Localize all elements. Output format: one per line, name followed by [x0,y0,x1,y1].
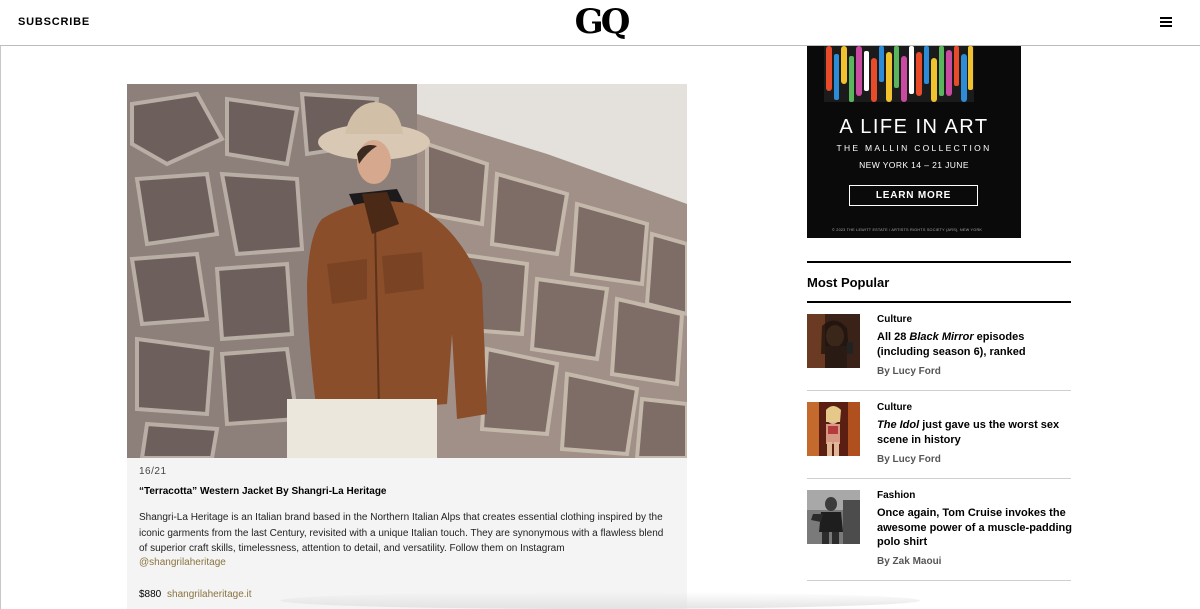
price-row: $880 shangrilaheritage.it [139,589,252,600]
advertisement-banner[interactable]: A LIFE IN ART THE MALLIN COLLECTION NEW … [807,46,1021,238]
popular-item[interactable]: Culture The Idol just gave us the worst … [807,402,1073,479]
popular-item-title[interactable]: The Idol just gave us the worst sex scen… [877,418,1073,447]
scroll-shadow [280,592,920,609]
slide-counter: 16/21 [139,466,167,477]
gq-logo[interactable]: GQ [570,4,632,40]
gallery-slide: 16/21 “Terracotta” Western Jacket By Sha… [127,84,687,609]
popular-item-thumbnail[interactable] [807,402,860,456]
ad-learn-more-button[interactable]: LEARN MORE [849,185,978,206]
popular-item-category: Culture [877,402,912,413]
slide-title: “Terracotta” Western Jacket By Shangri-L… [139,486,387,497]
ad-title: A LIFE IN ART [839,116,989,138]
instagram-handle-link[interactable]: @shangrilaheritage [139,557,226,568]
product-photo[interactable] [127,84,687,458]
page-edge-divider [0,46,1,609]
ad-dates: NEW YORK 14 – 21 JUNE [859,160,969,170]
most-popular-top-rule [807,261,1071,263]
popular-item-byline[interactable]: By Zak Maoui [877,556,941,567]
most-popular-heading: Most Popular [807,275,890,290]
ad-subtitle: THE MALLIN COLLECTION [836,143,992,153]
popular-item-divider [807,478,1071,479]
popular-item-category: Culture [877,314,912,325]
subscribe-link[interactable]: SUBSCRIBE [18,16,90,28]
popular-item-category: Fashion [877,490,916,501]
popular-item-byline[interactable]: By Lucy Ford [877,454,941,465]
ad-fine-print: © 2023 THE LEWITT ESTATE / ARTISTS RIGHT… [832,228,983,232]
popular-item-title[interactable]: Once again, Tom Cruise invokes the aweso… [877,506,1073,550]
slide-description: Shangri-La Heritage is an Italian brand … [139,512,664,555]
popular-item-thumbnail[interactable] [807,490,860,544]
top-navigation-bar: SUBSCRIBE GQ [0,0,1200,46]
hamburger-menu-icon[interactable] [1158,15,1174,29]
popular-item[interactable]: Culture All 28 Black Mirror episodes (in… [807,314,1073,391]
price-value: $880 [139,589,162,600]
ad-artwork-strip [824,46,974,102]
store-link[interactable]: shangrilaheritage.it [167,589,252,600]
popular-item-title[interactable]: All 28 Black Mirror episodes (including … [877,330,1073,359]
popular-item[interactable]: Fashion Once again, Tom Cruise invokes t… [807,490,1073,581]
popular-item-byline[interactable]: By Lucy Ford [877,366,941,377]
popular-item-divider [807,580,1071,581]
popular-item-thumbnail[interactable] [807,314,860,368]
most-popular-bottom-rule [807,301,1071,303]
popular-item-divider [807,390,1071,391]
